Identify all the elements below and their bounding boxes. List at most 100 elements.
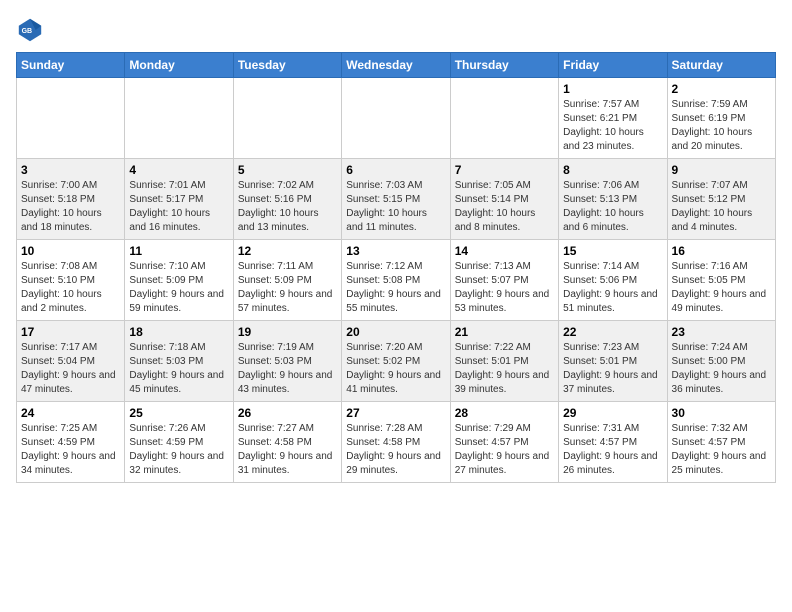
day-number: 5 [238, 163, 337, 177]
calendar-cell: 27 Sunrise: 7:28 AM Sunset: 4:58 PM Dayli… [342, 402, 450, 483]
day-info: Sunrise: 7:24 AM Sunset: 5:00 PM Dayligh… [672, 341, 771, 397]
day-number: 20 [346, 325, 445, 339]
day-number: 8 [563, 163, 662, 177]
calendar-cell [125, 78, 233, 159]
column-header-wednesday: Wednesday [342, 53, 450, 78]
column-header-saturday: Saturday [667, 53, 775, 78]
day-info: Sunrise: 7:14 AM Sunset: 5:06 PM Dayligh… [563, 260, 662, 316]
calendar-cell [17, 78, 125, 159]
day-info: Sunrise: 7:13 AM Sunset: 5:07 PM Dayligh… [455, 260, 554, 316]
day-number: 17 [21, 325, 120, 339]
day-number: 7 [455, 163, 554, 177]
column-header-monday: Monday [125, 53, 233, 78]
calendar-cell: 23 Sunrise: 7:24 AM Sunset: 5:00 PM Dayli… [667, 321, 775, 402]
day-number: 13 [346, 244, 445, 258]
day-number: 11 [129, 244, 228, 258]
day-number: 27 [346, 406, 445, 420]
day-number: 10 [21, 244, 120, 258]
calendar-cell: 25Sunrise: 7:26 AM Sunset: 4:59 PM Dayli… [125, 402, 233, 483]
day-info: Sunrise: 7:20 AM Sunset: 5:02 PM Dayligh… [346, 341, 445, 397]
calendar-cell: 21 Sunrise: 7:22 AM Sunset: 5:01 PM Dayli… [450, 321, 558, 402]
day-number: 4 [129, 163, 228, 177]
day-info: Sunrise: 7:10 AM Sunset: 5:09 PM Dayligh… [129, 260, 228, 316]
day-info: Sunrise: 7:02 AM Sunset: 5:16 PM Dayligh… [238, 179, 337, 235]
calendar-cell: 4 Sunrise: 7:01 AM Sunset: 5:17 PM Daylig… [125, 159, 233, 240]
day-info: Sunrise: 7:28 AM Sunset: 4:58 PM Dayligh… [346, 422, 445, 478]
day-number: 24 [21, 406, 120, 420]
calendar-cell: 29Sunrise: 7:31 AM Sunset: 4:57 PM Dayli… [559, 402, 667, 483]
calendar-week-row: 3 Sunrise: 7:00 AM Sunset: 5:18 PM Daylig… [17, 159, 776, 240]
column-header-tuesday: Tuesday [233, 53, 341, 78]
calendar-cell: 20 Sunrise: 7:20 AM Sunset: 5:02 PM Dayli… [342, 321, 450, 402]
day-info: Sunrise: 7:57 AM Sunset: 6:21 PM Dayligh… [563, 98, 662, 154]
day-number: 16 [672, 244, 771, 258]
day-info: Sunrise: 7:17 AM Sunset: 5:04 PM Dayligh… [21, 341, 120, 397]
day-info: Sunrise: 7:25 AM Sunset: 4:59 PM Dayligh… [21, 422, 120, 478]
day-info: Sunrise: 7:01 AM Sunset: 5:17 PM Dayligh… [129, 179, 228, 235]
calendar-cell: 16 Sunrise: 7:16 AM Sunset: 5:05 PM Dayli… [667, 240, 775, 321]
day-number: 30 [672, 406, 771, 420]
calendar-cell: 14 Sunrise: 7:13 AM Sunset: 5:07 PM Dayli… [450, 240, 558, 321]
day-info: Sunrise: 7:29 AM Sunset: 4:57 PM Dayligh… [455, 422, 554, 478]
calendar-cell: 5 Sunrise: 7:02 AM Sunset: 5:16 PM Daylig… [233, 159, 341, 240]
calendar-cell: 3 Sunrise: 7:00 AM Sunset: 5:18 PM Daylig… [17, 159, 125, 240]
day-number: 28 [455, 406, 554, 420]
calendar-cell: 17 Sunrise: 7:17 AM Sunset: 5:04 PM Dayli… [17, 321, 125, 402]
calendar-cell: 6Sunrise: 7:03 AM Sunset: 5:15 PM Daylig… [342, 159, 450, 240]
day-info: Sunrise: 7:19 AM Sunset: 5:03 PM Dayligh… [238, 341, 337, 397]
day-number: 26 [238, 406, 337, 420]
calendar-cell: 26Sunrise: 7:27 AM Sunset: 4:58 PM Dayli… [233, 402, 341, 483]
column-header-thursday: Thursday [450, 53, 558, 78]
calendar-week-row: 10 Sunrise: 7:08 AM Sunset: 5:10 PM Dayli… [17, 240, 776, 321]
calendar-week-row: 24 Sunrise: 7:25 AM Sunset: 4:59 PM Dayli… [17, 402, 776, 483]
day-number: 21 [455, 325, 554, 339]
calendar-cell [450, 78, 558, 159]
day-number: 3 [21, 163, 120, 177]
day-number: 23 [672, 325, 771, 339]
day-info: Sunrise: 7:18 AM Sunset: 5:03 PM Dayligh… [129, 341, 228, 397]
calendar-cell: 7 Sunrise: 7:05 AM Sunset: 5:14 PM Daylig… [450, 159, 558, 240]
calendar-cell: 24 Sunrise: 7:25 AM Sunset: 4:59 PM Dayli… [17, 402, 125, 483]
day-info: Sunrise: 7:06 AM Sunset: 5:13 PM Dayligh… [563, 179, 662, 235]
day-number: 22 [563, 325, 662, 339]
day-number: 12 [238, 244, 337, 258]
calendar-cell: 12Sunrise: 7:11 AM Sunset: 5:09 PM Dayli… [233, 240, 341, 321]
logo-icon: GB [16, 16, 44, 44]
day-info: Sunrise: 7:08 AM Sunset: 5:10 PM Dayligh… [21, 260, 120, 316]
calendar-header-row: SundayMondayTuesdayWednesdayThursdayFrid… [17, 53, 776, 78]
calendar-cell: 22 Sunrise: 7:23 AM Sunset: 5:01 PM Dayli… [559, 321, 667, 402]
calendar-cell: 10 Sunrise: 7:08 AM Sunset: 5:10 PM Dayli… [17, 240, 125, 321]
day-info: Sunrise: 7:12 AM Sunset: 5:08 PM Dayligh… [346, 260, 445, 316]
calendar-cell [342, 78, 450, 159]
calendar-week-row: 1 Sunrise: 7:57 AM Sunset: 6:21 PM Daylig… [17, 78, 776, 159]
day-number: 29 [563, 406, 662, 420]
svg-text:GB: GB [22, 28, 32, 35]
day-number: 2 [672, 82, 771, 96]
calendar-cell: 13 Sunrise: 7:12 AM Sunset: 5:08 PM Dayli… [342, 240, 450, 321]
day-number: 25 [129, 406, 228, 420]
calendar-cell [233, 78, 341, 159]
calendar-cell: 28 Sunrise: 7:29 AM Sunset: 4:57 PM Dayli… [450, 402, 558, 483]
column-header-friday: Friday [559, 53, 667, 78]
day-info: Sunrise: 7:59 AM Sunset: 6:19 PM Dayligh… [672, 98, 771, 154]
day-number: 1 [563, 82, 662, 96]
calendar-cell: 1 Sunrise: 7:57 AM Sunset: 6:21 PM Daylig… [559, 78, 667, 159]
calendar-cell: 18Sunrise: 7:18 AM Sunset: 5:03 PM Dayli… [125, 321, 233, 402]
day-info: Sunrise: 7:23 AM Sunset: 5:01 PM Dayligh… [563, 341, 662, 397]
day-number: 19 [238, 325, 337, 339]
calendar-cell: 2 Sunrise: 7:59 AM Sunset: 6:19 PM Daylig… [667, 78, 775, 159]
day-number: 15 [563, 244, 662, 258]
day-info: Sunrise: 7:16 AM Sunset: 5:05 PM Dayligh… [672, 260, 771, 316]
calendar-cell: 8 Sunrise: 7:06 AM Sunset: 5:13 PM Daylig… [559, 159, 667, 240]
day-number: 9 [672, 163, 771, 177]
day-info: Sunrise: 7:00 AM Sunset: 5:18 PM Dayligh… [21, 179, 120, 235]
day-info: Sunrise: 7:07 AM Sunset: 5:12 PM Dayligh… [672, 179, 771, 235]
day-info: Sunrise: 7:05 AM Sunset: 5:14 PM Dayligh… [455, 179, 554, 235]
day-number: 14 [455, 244, 554, 258]
logo: GB [16, 16, 48, 44]
calendar-cell: 9 Sunrise: 7:07 AM Sunset: 5:12 PM Daylig… [667, 159, 775, 240]
day-number: 6 [346, 163, 445, 177]
column-header-sunday: Sunday [17, 53, 125, 78]
day-info: Sunrise: 7:22 AM Sunset: 5:01 PM Dayligh… [455, 341, 554, 397]
calendar-table: SundayMondayTuesdayWednesdayThursdayFrid… [16, 52, 776, 483]
